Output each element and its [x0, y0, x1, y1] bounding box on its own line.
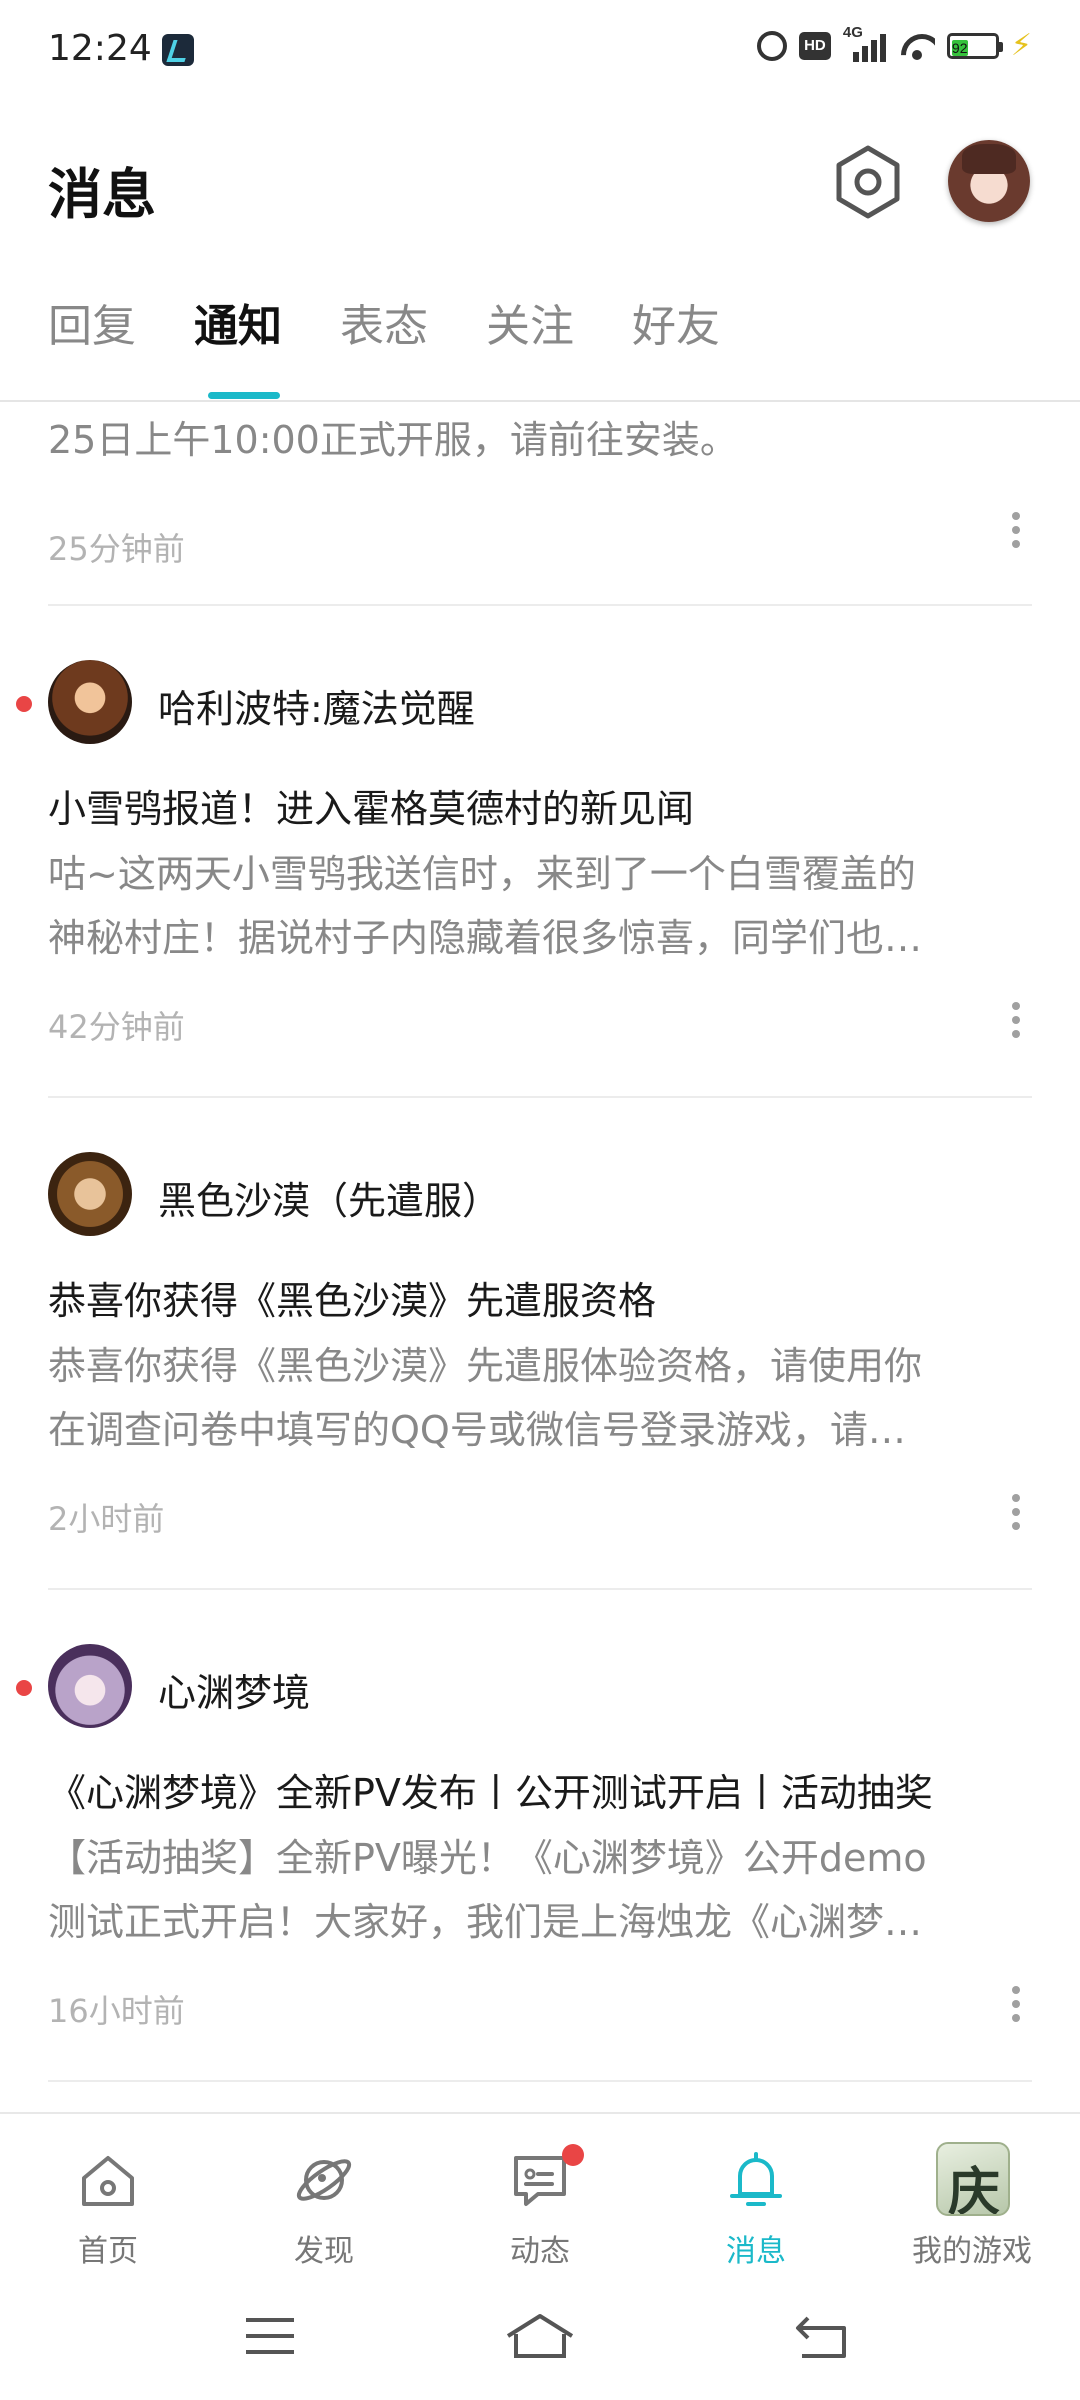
item-title: 小雪鸮报道！进入霍格莫德村的新见闻 [48, 787, 695, 831]
signal-icon: 4G [843, 24, 887, 62]
item-source-name[interactable]: 心渊梦境 [158, 1662, 310, 1717]
active-tab-indicator [208, 392, 280, 399]
more-options-button[interactable] [1004, 1982, 1028, 2026]
unread-dot [16, 1680, 32, 1696]
back-icon[interactable] [792, 2310, 852, 2362]
more-options-button[interactable] [1004, 508, 1028, 552]
more-options-button[interactable] [1004, 1490, 1028, 1534]
avatar-black-desert[interactable] [48, 1152, 132, 1236]
unread-dot [16, 696, 32, 712]
item-body-line: 咕~这两天小雪鸮我送信时，来到了一个白雪覆盖的 [48, 852, 916, 896]
item-time: 2小时前 [48, 1500, 165, 1538]
home-icon [82, 2156, 134, 2206]
battery-icon: 92 [946, 33, 1003, 59]
item-body-line: 在调查问卷中填写的QQ号或微信号登录游戏，请… [48, 1408, 906, 1452]
hd-icon: HD [798, 32, 831, 60]
tab-friends[interactable]: 好友 [632, 290, 720, 390]
nav-my-games[interactable]: 庆 我的游戏 [882, 2132, 1062, 2269]
alarm-icon [756, 31, 787, 61]
status-icons: HD 4G 92 ⚡ [756, 24, 1032, 63]
bottom-nav: 首页 发现 动态 消息 庆 我的游戏 [0, 2112, 1080, 2272]
nav-label: 动态 [510, 2234, 570, 2269]
home-button-icon[interactable] [504, 2310, 576, 2362]
tab-bar: 回复 通知 表态 关注 好友 [48, 290, 778, 400]
notification-badge [562, 2144, 584, 2166]
list-item[interactable]: 心渊梦境 《心渊梦境》全新PV发布丨公开测试开启丨活动抽奖 【活动抽奖】全新PV… [0, 1590, 1080, 2082]
header: 消息 [0, 130, 1080, 240]
planet-icon [296, 2159, 352, 2201]
item-title: 恭喜你获得《黑色沙漠》先遣服资格 [48, 1279, 657, 1323]
item-body-line: 【活动抽奖】全新PV曝光！《心渊梦境》公开demo [48, 1836, 927, 1880]
nav-home[interactable]: 首页 [18, 2132, 198, 2269]
nav-label: 消息 [726, 2234, 786, 2269]
nav-discover[interactable]: 发现 [234, 2132, 414, 2269]
item-body: 25日上午10:00正式开服，请前往安装。 [48, 418, 738, 462]
list-item[interactable]: 黑色沙漠（先遣服） 恭喜你获得《黑色沙漠》先遣服资格 恭喜你获得《黑色沙漠》先遣… [0, 1098, 1080, 1590]
gear-icon [836, 145, 900, 219]
nav-messages[interactable]: 消息 [666, 2132, 846, 2269]
status-bar: 12:24 HD 4G 92 ⚡ [0, 0, 1080, 100]
tab-follows[interactable]: 关注 [486, 290, 574, 390]
nav-label: 首页 [78, 2234, 138, 2269]
page-title: 消息 [48, 163, 156, 226]
charging-icon: ⚡ [1010, 28, 1032, 63]
bell-icon [730, 2152, 782, 2206]
item-title: 《心渊梦境》全新PV发布丨公开测试开启丨活动抽奖 [48, 1771, 933, 1815]
more-options-button[interactable] [1004, 998, 1028, 1042]
avatar-harry-potter[interactable] [48, 660, 132, 744]
user-avatar[interactable] [948, 140, 1030, 222]
item-source-name[interactable]: 哈利波特:魔法觉醒 [158, 678, 475, 733]
item-body-line: 恭喜你获得《黑色沙漠》先遣服体验资格，请使用你 [48, 1344, 923, 1388]
divider [48, 2080, 1032, 2082]
tab-notifications[interactable]: 通知 [194, 290, 282, 390]
item-body-line: 测试正式开启！大家好，我们是上海烛龙《心渊梦… [48, 1900, 923, 1944]
wifi-icon [899, 32, 935, 60]
system-nav-bar [0, 2272, 1080, 2400]
item-body-line: 神秘村庄！据说村子内隐藏着很多惊喜，同学们也… [48, 916, 923, 960]
network-type: 4G [842, 24, 863, 41]
battery-level: 92 [951, 40, 968, 56]
settings-button[interactable] [833, 144, 903, 220]
notification-list[interactable]: 25日上午10:00正式开服，请前往安装。 25分钟前 哈利波特:魔法觉醒 小雪… [0, 402, 1080, 2112]
game-app-icon: 庆 [936, 2142, 1010, 2216]
list-item[interactable]: 25日上午10:00正式开服，请前往安装。 25分钟前 [0, 402, 1080, 606]
avatar-xinyuan-mengjing[interactable] [48, 1644, 132, 1728]
tab-replies[interactable]: 回复 [48, 290, 136, 390]
status-time: 12:24 [48, 28, 152, 69]
nav-activity[interactable]: 动态 [450, 2132, 630, 2269]
item-source-name[interactable]: 黑色沙漠（先遣服） [158, 1170, 500, 1225]
nav-label: 我的游戏 [912, 2234, 1032, 2269]
item-time: 42分钟前 [48, 1008, 185, 1046]
list-item[interactable]: 哈利波特:魔法觉醒 小雪鸮报道！进入霍格莫德村的新见闻 咕~这两天小雪鸮我送信时… [0, 606, 1080, 1098]
nav-label: 发现 [294, 2234, 354, 2269]
item-time: 16小时前 [48, 1992, 185, 2030]
app-notification-icon [162, 34, 194, 66]
tab-reactions[interactable]: 表态 [340, 290, 428, 390]
item-time: 25分钟前 [48, 530, 185, 568]
menu-icon[interactable] [240, 2310, 300, 2362]
